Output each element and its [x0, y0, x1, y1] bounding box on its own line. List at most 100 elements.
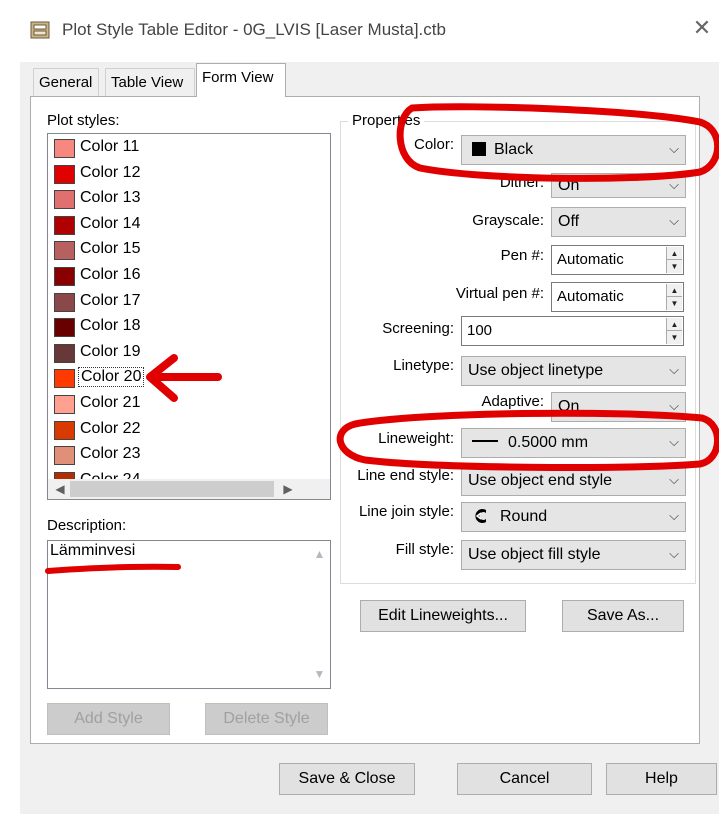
spin-down-icon[interactable]: ▼	[667, 331, 682, 344]
plot-style-item[interactable]: Color 22	[52, 418, 302, 443]
color-swatch	[54, 139, 75, 158]
lineweight-select[interactable]: 0.5000 mm ⌵	[461, 428, 686, 458]
color-swatch	[472, 142, 486, 156]
plot-style-item[interactable]: Color 19	[52, 341, 302, 366]
color-swatch	[54, 446, 75, 466]
spin-up-icon[interactable]: ▲	[667, 318, 682, 331]
virtual-pen-label: Virtual pen #:	[455, 285, 544, 302]
scroll-right-icon[interactable]: ▶	[278, 479, 298, 499]
color-swatch	[54, 369, 75, 389]
plot-style-item[interactable]: Color 17	[52, 290, 302, 315]
plot-style-item-label: Color 18	[80, 317, 141, 335]
chevron-down-icon: ⌵	[669, 547, 679, 562]
chevron-down-icon: ⌵	[669, 435, 679, 450]
spin-up-icon[interactable]: ▲	[667, 247, 682, 260]
color-swatch	[54, 395, 75, 414]
chevron-down-icon: ⌵	[669, 142, 679, 157]
line-join-style-label: Line join style:	[358, 503, 454, 520]
screening-value: 100	[467, 322, 493, 339]
screening-spinbox[interactable]: 100 ▲ ▼	[461, 316, 684, 346]
description-scrollbar: ▲ ▼	[309, 541, 330, 688]
virtual-pen-spin-buttons[interactable]: ▲ ▼	[666, 284, 682, 310]
linetype-select[interactable]: Use object linetype ⌵	[461, 356, 686, 386]
spin-up-icon[interactable]: ▲	[667, 284, 682, 297]
color-swatch	[54, 190, 75, 210]
lineweight-value: 0.5000 mm	[508, 434, 589, 451]
color-swatch	[54, 420, 75, 440]
plot-style-item[interactable]: Color 13	[52, 187, 302, 212]
plot-style-item[interactable]: Color 12	[52, 162, 302, 187]
title-bar: Plot Style Table Editor - 0G_LVIS [Laser…	[0, 0, 719, 62]
grayscale-select[interactable]: Off ⌵	[551, 207, 686, 237]
lineweight-preview	[472, 440, 498, 442]
color-label: Color:	[413, 136, 454, 153]
plot-style-item-label: Color 11	[80, 138, 140, 155]
plot-style-item[interactable]: Color 14	[52, 213, 302, 238]
virtual-pen-spinbox[interactable]: Automatic ▲ ▼	[551, 282, 684, 312]
tab-form-view[interactable]: Form View	[196, 63, 286, 97]
plot-styles-horizontal-scrollbar[interactable]: ◀ ▶	[48, 479, 330, 499]
plot-style-item[interactable]: Color 23	[52, 443, 302, 468]
cancel-button[interactable]: Cancel	[457, 763, 592, 795]
line-end-style-label: Line end style:	[357, 467, 454, 484]
plot-style-item-label: Color 13	[80, 189, 141, 207]
virtual-pen-value: Automatic	[557, 288, 624, 305]
add-style-button[interactable]: Add Style	[47, 703, 170, 735]
scroll-up-icon: ▲	[313, 547, 326, 561]
pen-spin-buttons[interactable]: ▲ ▼	[666, 247, 682, 273]
delete-style-button[interactable]: Delete Style	[205, 703, 328, 735]
edit-lineweights-button[interactable]: Edit Lineweights...	[360, 600, 526, 632]
line-join-style-select[interactable]: Round ⌵	[461, 502, 686, 532]
description-label: Description:	[47, 517, 127, 534]
spin-down-icon[interactable]: ▼	[667, 297, 682, 310]
color-select[interactable]: Black ⌵	[461, 135, 686, 165]
color-swatch	[54, 241, 75, 261]
color-swatch	[54, 164, 75, 184]
tab-general[interactable]: General	[33, 68, 99, 96]
color-swatch	[54, 215, 75, 235]
color-swatch	[54, 267, 75, 286]
screening-label: Screening:	[382, 320, 454, 337]
color-swatch	[54, 343, 75, 363]
plot-styles-label: Plot styles:	[47, 112, 120, 129]
fill-style-label: Fill style:	[395, 541, 454, 558]
description-textarea[interactable]: Lämminvesi ▲ ▼	[47, 540, 331, 689]
scroll-down-icon: ▼	[313, 667, 326, 681]
close-icon[interactable]: ✕	[688, 14, 716, 44]
save-and-close-button[interactable]: Save & Close	[279, 763, 415, 795]
help-button[interactable]: Help	[606, 763, 717, 795]
plot-style-item-label: Color 21	[80, 394, 141, 411]
plot-style-item[interactable]: Color 11	[52, 136, 302, 161]
save-as-button[interactable]: Save As...	[562, 600, 684, 632]
line-end-style-select[interactable]: Use object end style ⌵	[461, 466, 686, 496]
plot-style-item[interactable]: Color 20	[52, 366, 302, 391]
dither-value: On	[558, 177, 580, 194]
grayscale-value: Off	[558, 213, 580, 230]
screening-spin-buttons[interactable]: ▲ ▼	[666, 318, 682, 344]
color-swatch	[54, 292, 75, 312]
plot-style-item-label: Color 20	[78, 367, 145, 388]
dither-select[interactable]: On ⌵	[551, 173, 686, 198]
window-title: Plot Style Table Editor - 0G_LVIS [Laser…	[62, 20, 446, 39]
scroll-left-icon[interactable]: ◀	[50, 479, 70, 499]
linetype-value: Use object linetype	[468, 362, 604, 379]
color-swatch	[54, 318, 75, 338]
chevron-down-icon: ⌵	[669, 178, 679, 193]
line-join-style-value: Round	[500, 508, 548, 525]
tab-table-view[interactable]: Table View	[105, 68, 195, 96]
plot-styles-list[interactable]: Color 11 Color 12 Color 13 Color 14 Color 15…	[47, 133, 331, 500]
adaptive-label: Adaptive:	[481, 393, 544, 410]
plot-style-item[interactable]: Color 15	[52, 238, 302, 263]
chevron-down-icon: ⌵	[669, 473, 679, 488]
plot-style-item[interactable]: Color 21	[52, 392, 302, 417]
plot-style-item-label: Color 15	[80, 240, 141, 258]
plot-style-item[interactable]: Color 18	[52, 315, 302, 340]
pen-label: Pen #:	[500, 247, 544, 264]
fill-style-select[interactable]: Use object fill style ⌵	[461, 540, 686, 570]
scroll-thumb-horizontal[interactable]	[70, 481, 274, 497]
plot-style-item-label: Color 17	[80, 291, 141, 309]
pen-spinbox[interactable]: Automatic ▲ ▼	[551, 245, 684, 275]
plot-style-item[interactable]: Color 16	[52, 264, 302, 289]
adaptive-select[interactable]: On ⌵	[551, 392, 686, 422]
spin-down-icon[interactable]: ▼	[667, 260, 682, 273]
